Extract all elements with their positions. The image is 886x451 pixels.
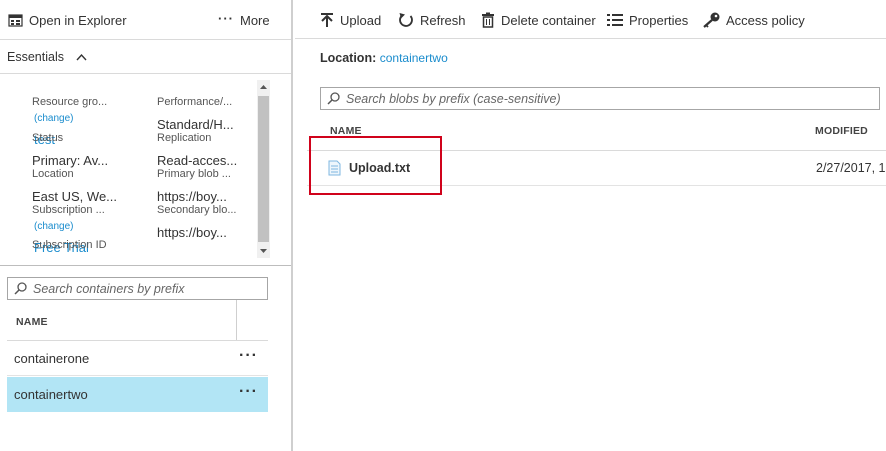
highlight-box [309, 136, 442, 195]
blob-search-placeholder: Search blobs by prefix (case-sensitive) [346, 91, 561, 106]
status-value: Primary: Av... [32, 153, 109, 168]
column-divider [236, 300, 237, 340]
essentials-scrollbar[interactable] [257, 80, 270, 258]
location-value: East US, We... [32, 189, 118, 204]
explorer-icon [8, 13, 23, 28]
search-icon [327, 92, 340, 105]
storage-account-blade: Open in Explorer ··· More Essentials Res… [0, 0, 293, 451]
essentials-title: Essentials [7, 50, 64, 64]
scrollbar-thumb[interactable] [258, 96, 269, 242]
blob-modified: 2/27/2017, 1: [816, 161, 886, 175]
essentials-bottom-divider [0, 265, 291, 266]
container-blade: Upload Refresh Delete container Properti… [295, 0, 886, 451]
location-link[interactable]: containertwo [380, 51, 448, 65]
replication-value: Read-acces... [157, 153, 238, 168]
essentials-divider [0, 73, 291, 74]
primary-blob-value: https://boy... [157, 189, 227, 204]
right-toolbar-divider [295, 38, 886, 39]
location-label: Location: [320, 51, 377, 65]
primary-blob-label: Primary blob ... [157, 168, 231, 180]
blob-search-input[interactable]: Search blobs by prefix (case-sensitive) [320, 87, 880, 110]
key-icon [702, 12, 720, 28]
properties-label: Properties [629, 12, 689, 28]
container-search-placeholder: Search containers by prefix [33, 281, 185, 296]
containers-name-header[interactable]: NAME [16, 316, 48, 328]
search-icon [14, 282, 27, 295]
open-in-explorer-label: Open in Explorer [29, 13, 127, 28]
subscription-label: Subscription ... [32, 204, 105, 216]
upload-button[interactable]: Upload [320, 12, 381, 28]
subscription-id-label: Subscription ID [32, 239, 107, 251]
resource-group-label: Resource gro... [32, 96, 108, 108]
chevron-up-icon [76, 53, 87, 61]
container-more-button[interactable]: ··· [239, 383, 258, 401]
subscription-change-link[interactable]: (change) [34, 221, 73, 232]
open-in-explorer-button[interactable]: Open in Explorer [8, 13, 127, 28]
properties-button[interactable]: Properties [607, 12, 688, 28]
secondary-blob-value: https://boy... [157, 225, 227, 240]
performance-label: Performance/... [157, 96, 233, 108]
list-icon [607, 12, 623, 28]
resource-group-change-link[interactable]: (change) [34, 113, 73, 124]
access-policy-button[interactable]: Access policy [702, 12, 805, 28]
container-more-button[interactable]: ··· [239, 347, 258, 365]
container-search-input[interactable]: Search containers by prefix [7, 277, 268, 300]
secondary-blob-label: Secondary blo... [157, 204, 237, 216]
container-name: containertwo [14, 387, 88, 402]
refresh-label: Refresh [420, 12, 466, 28]
status-label: Status [32, 132, 64, 144]
delete-container-button[interactable]: Delete container [481, 12, 596, 28]
trash-icon [481, 12, 495, 28]
toolbar-divider [0, 39, 291, 40]
more-button[interactable]: ··· More [218, 11, 270, 28]
refresh-icon [398, 12, 414, 28]
location-breadcrumb: Location: containertwo [320, 51, 448, 65]
location-label: Location [32, 168, 74, 180]
essentials-toggle[interactable]: Essentials [7, 50, 87, 64]
container-name: containerone [14, 350, 90, 366]
ellipsis-icon: ··· [218, 11, 234, 26]
access-policy-label: Access policy [726, 12, 805, 28]
blobs-modified-header[interactable]: MODIFIED [815, 125, 868, 137]
scroll-up-icon[interactable] [257, 80, 270, 94]
scroll-down-icon[interactable] [257, 244, 270, 258]
container-row-containerone[interactable]: containerone ··· [7, 341, 268, 376]
replication-label: Replication [157, 132, 212, 144]
upload-icon [320, 12, 334, 28]
upload-label: Upload [340, 12, 382, 28]
performance-value: Standard/H... [157, 117, 234, 132]
delete-container-label: Delete container [501, 12, 596, 28]
refresh-button[interactable]: Refresh [398, 12, 466, 28]
container-row-containertwo[interactable]: containertwo ··· [7, 377, 268, 412]
more-label: More [240, 13, 270, 28]
